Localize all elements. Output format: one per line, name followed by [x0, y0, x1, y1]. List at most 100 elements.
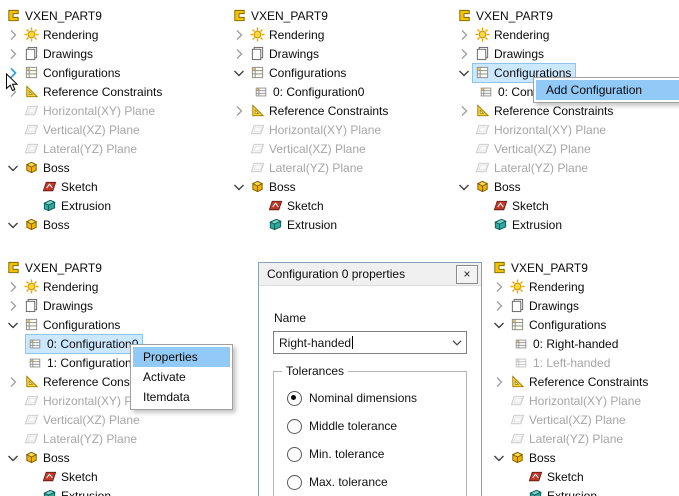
tree-item-1-left-handed[interactable]: 1: Left-handed: [488, 353, 652, 372]
menu-item-activate[interactable]: Activate: [133, 367, 230, 387]
tree-item-boss[interactable]: Boss: [453, 177, 617, 196]
tree-item-content[interactable]: Extrusion: [40, 487, 115, 496]
tree-item-content[interactable]: Horizontal(XY) Plane: [508, 392, 645, 410]
tree-item-drawings[interactable]: Drawings: [2, 296, 166, 315]
expand-chevron-icon[interactable]: [455, 46, 473, 62]
tree-item-boss[interactable]: Boss: [228, 177, 392, 196]
tree-item-reference-constraints[interactable]: Reference Constraints: [488, 372, 652, 391]
tree-item-content[interactable]: Vertical(XZ) Plane: [22, 411, 144, 429]
tree-item-content[interactable]: Drawings: [508, 297, 583, 315]
expand-chevron-icon[interactable]: [455, 27, 473, 43]
tree-item-vxen-part9[interactable]: VXEN_PART9: [228, 6, 392, 25]
tree-item-extrusion[interactable]: Extrusion: [453, 215, 617, 234]
tree-item-content[interactable]: 1: Configuration1: [26, 354, 142, 372]
tree-item-content[interactable]: Extrusion: [40, 197, 115, 215]
tree-item-vxen-part9[interactable]: VXEN_PART9: [2, 6, 166, 25]
tree-item-extrusion[interactable]: Extrusion: [2, 486, 166, 496]
tree-item-content[interactable]: VXEN_PART9: [455, 7, 557, 25]
tree-item-content[interactable]: Vertical(XZ) Plane: [473, 140, 595, 158]
tree-item-content[interactable]: Boss: [248, 178, 300, 196]
tree-item-content[interactable]: Extrusion: [266, 216, 341, 234]
tree-item-extrusion[interactable]: Extrusion: [228, 215, 392, 234]
tree-item-0-configuration0[interactable]: 0: Configuration0: [228, 82, 392, 101]
tree-item-content[interactable]: Lateral(YZ) Plane: [22, 430, 141, 448]
expand-chevron-icon[interactable]: [230, 103, 248, 119]
collapse-chevron-icon[interactable]: [455, 179, 473, 195]
tree-item-reference-constraints[interactable]: Reference Constraints: [2, 82, 166, 101]
tree-item-content[interactable]: VXEN_PART9: [4, 259, 106, 277]
expand-chevron-icon[interactable]: [4, 46, 22, 62]
radio-min-tolerance[interactable]: Min. tolerance: [287, 446, 466, 462]
expand-chevron-icon[interactable]: [230, 27, 248, 43]
tree-item-content[interactable]: 0: Configuration0: [252, 83, 368, 101]
close-button[interactable]: ×: [456, 265, 478, 284]
tree-item-vertical-xz-plane[interactable]: Vertical(XZ) Plane: [2, 410, 166, 429]
tree-item-horizontal-xy-plane[interactable]: Horizontal(XY) Plane: [228, 120, 392, 139]
expand-chevron-icon[interactable]: [490, 279, 508, 295]
tree-item-lateral-yz-plane[interactable]: Lateral(YZ) Plane: [2, 429, 166, 448]
tree-item-sketch[interactable]: Sketch: [488, 467, 652, 486]
tree-item-rendering[interactable]: Rendering: [453, 25, 617, 44]
collapse-chevron-icon[interactable]: [4, 217, 22, 233]
expand-chevron-icon[interactable]: [4, 374, 22, 390]
tree-item-configurations[interactable]: Configurations: [2, 315, 166, 334]
tree-item-content[interactable]: 1: Left-handed: [512, 354, 614, 372]
tree-item-content[interactable]: Boss: [508, 449, 560, 467]
tree-item-extrusion[interactable]: Extrusion: [2, 196, 166, 215]
collapse-chevron-icon[interactable]: [4, 160, 22, 176]
tree-item-content[interactable]: Sketch: [266, 197, 328, 215]
radio-middle-tolerance[interactable]: Middle tolerance: [287, 418, 466, 434]
tree-item-content[interactable]: Boss: [22, 159, 74, 177]
tree-item-horizontal-xy-plane[interactable]: Horizontal(XY) Plane: [488, 391, 652, 410]
name-combobox[interactable]: Right-handed: [273, 331, 467, 354]
tree-item-vertical-xz-plane[interactable]: Vertical(XZ) Plane: [2, 120, 166, 139]
expand-chevron-icon[interactable]: [455, 103, 473, 119]
menu-item-add-configuration[interactable]: Add Configuration: [536, 80, 679, 100]
tree-item-sketch[interactable]: Sketch: [2, 467, 166, 486]
expand-chevron-icon[interactable]: [4, 27, 22, 43]
tree-item-configurations[interactable]: Configurations: [488, 315, 652, 334]
collapse-chevron-icon[interactable]: [230, 65, 248, 81]
tree-item-vertical-xz-plane[interactable]: Vertical(XZ) Plane: [488, 410, 652, 429]
tree-item-content[interactable]: Boss: [473, 178, 525, 196]
tree-item-drawings[interactable]: Drawings: [488, 296, 652, 315]
tree-item-rendering[interactable]: Rendering: [2, 277, 166, 296]
tree-item-drawings[interactable]: Drawings: [453, 44, 617, 63]
tree-item-content[interactable]: Lateral(YZ) Plane: [473, 159, 592, 177]
tree-item-content[interactable]: Vertical(XZ) Plane: [508, 411, 630, 429]
tree-item-content[interactable]: VXEN_PART9: [230, 7, 332, 25]
tree-item-lateral-yz-plane[interactable]: Lateral(YZ) Plane: [228, 158, 392, 177]
tree-item-boss[interactable]: Boss: [2, 448, 166, 467]
radio-max-tolerance[interactable]: Max. tolerance: [287, 474, 466, 490]
tree-item-sketch[interactable]: Sketch: [453, 196, 617, 215]
tree-item-vertical-xz-plane[interactable]: Vertical(XZ) Plane: [453, 139, 617, 158]
tree-item-vertical-xz-plane[interactable]: Vertical(XZ) Plane: [228, 139, 392, 158]
tree-item-boss[interactable]: Boss: [2, 215, 166, 234]
tree-item-content[interactable]: Vertical(XZ) Plane: [248, 140, 370, 158]
tree-item-content[interactable]: Lateral(YZ) Plane: [508, 430, 627, 448]
tree-item-lateral-yz-plane[interactable]: Lateral(YZ) Plane: [2, 139, 166, 158]
tree-item-sketch[interactable]: Sketch: [2, 177, 166, 196]
expand-chevron-icon[interactable]: [230, 46, 248, 62]
tree-item-content[interactable]: VXEN_PART9: [4, 7, 106, 25]
tree-item-content[interactable]: Sketch: [491, 197, 553, 215]
tree-item-content[interactable]: Reference Constraints: [473, 102, 617, 120]
tree-item-vxen-part9[interactable]: VXEN_PART9: [2, 258, 166, 277]
tree-item-content[interactable]: Configurations: [508, 316, 610, 334]
expand-chevron-icon[interactable]: [4, 279, 22, 295]
tree-item-boss[interactable]: Boss: [2, 158, 166, 177]
collapse-chevron-icon[interactable]: [4, 450, 22, 466]
tree-item-0-right-handed[interactable]: 0: Right-handed: [488, 334, 652, 353]
tree-item-content[interactable]: Extrusion: [526, 487, 601, 496]
menu-item-properties[interactable]: Properties: [133, 347, 230, 367]
tree-item-content[interactable]: Drawings: [248, 45, 323, 63]
tree-item-drawings[interactable]: Drawings: [2, 44, 166, 63]
collapse-chevron-icon[interactable]: [230, 179, 248, 195]
tree-item-content[interactable]: VXEN_PART9: [490, 259, 592, 277]
tree-item-content[interactable]: Sketch: [40, 178, 102, 196]
tree-item-drawings[interactable]: Drawings: [228, 44, 392, 63]
collapse-chevron-icon[interactable]: [490, 317, 508, 333]
collapse-chevron-icon[interactable]: [455, 65, 473, 81]
tree-item-rendering[interactable]: Rendering: [488, 277, 652, 296]
tree-item-content[interactable]: Rendering: [508, 278, 588, 296]
